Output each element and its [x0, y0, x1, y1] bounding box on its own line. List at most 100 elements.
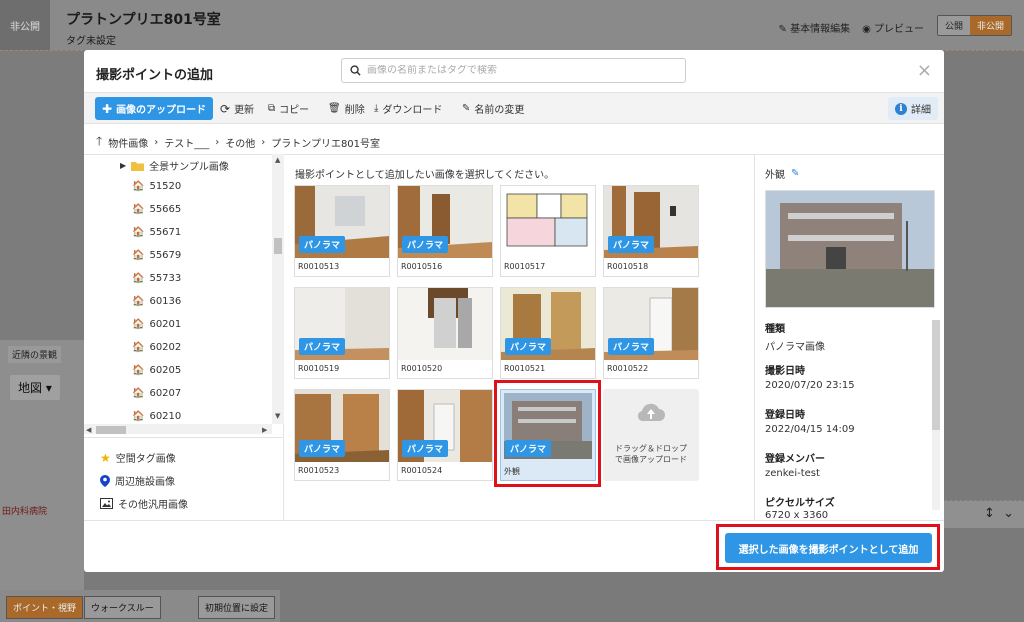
category-nearby-facility-images[interactable]: 周辺施設画像	[100, 473, 175, 488]
breadcrumb-separator-icon: ›	[261, 137, 266, 148]
image-card[interactable]: パノラマ R0010521	[500, 287, 596, 379]
preview-link[interactable]: ◉ プレビュー	[862, 20, 924, 35]
download-button[interactable]: ⤓ ダウンロード	[374, 101, 442, 116]
refresh-icon: ⟳	[220, 101, 231, 116]
delete-button[interactable]: 🗑 削除	[328, 101, 365, 116]
scroll-up-icon[interactable]: ▲	[275, 156, 280, 164]
walkthrough-button[interactable]: ウォークスルー	[84, 596, 161, 619]
image-icon	[100, 498, 113, 509]
image-card[interactable]: パノラマ R0010519	[294, 287, 390, 379]
image-name: R0010521	[504, 364, 546, 373]
scroll-thumb[interactable]	[96, 426, 126, 434]
map-pin-icon	[100, 474, 110, 487]
home-icon: 🏠	[132, 204, 145, 215]
image-thumbnail	[501, 186, 595, 258]
folder-tree: ▶ 全景サンプル画像 🏠 51520 🏠 55665 🏠 55671 🏠 55679 🏠…	[84, 154, 284, 434]
scroll-thumb[interactable]	[932, 320, 940, 430]
up-arrow-icon[interactable]: 🡑	[96, 132, 102, 153]
tree-divider	[84, 437, 284, 438]
tree-item[interactable]: 🏠 60201	[132, 319, 181, 330]
upload-image-button[interactable]: ✚ 画像のアップロード	[95, 97, 214, 120]
reset-position-button[interactable]: 初期位置に設定	[198, 596, 276, 619]
image-thumbnail	[398, 288, 492, 360]
home-icon: 🏠	[132, 250, 145, 261]
tree-item[interactable]: 🏠 60202	[132, 342, 181, 353]
panorama-badge: パノラマ	[299, 236, 346, 253]
point-view-button[interactable]: ポイント・視野	[6, 596, 84, 619]
image-card[interactable]: パノラマ R0010518	[603, 185, 699, 277]
info-icon: i	[895, 102, 907, 115]
panorama-badge: パノラマ	[505, 338, 552, 355]
scroll-down-icon[interactable]: ▼	[275, 412, 280, 420]
detail-pixel-value: 6720 x 3360	[765, 510, 829, 520]
toggle-public[interactable]: 公開	[937, 16, 970, 35]
breadcrumb-item[interactable]: 物件画像	[108, 135, 148, 150]
tree-item[interactable]: 🏠 55671	[132, 227, 181, 238]
scroll-right-icon[interactable]: ▶	[262, 426, 267, 434]
image-name: R0010520	[401, 364, 443, 373]
home-icon: 🏠	[132, 273, 145, 284]
image-card[interactable]: パノラマ R0010522	[603, 287, 699, 379]
image-card[interactable]: R0010517	[500, 185, 596, 277]
image-name: R0010524	[401, 466, 443, 475]
category-other-general-images[interactable]: その他汎用画像	[100, 496, 188, 511]
edit-name-icon[interactable]: ✎	[791, 168, 799, 179]
detail-shot-label: 撮影日時	[765, 366, 805, 377]
tree-folder[interactable]: ▶ 全景サンプル画像	[120, 158, 229, 173]
tree-item[interactable]: 🏠 55733	[132, 273, 181, 284]
image-card[interactable]: パノラマ R0010513	[294, 185, 390, 277]
modal-title: 撮影ポイントの追加	[96, 68, 214, 83]
breadcrumb-item[interactable]: テスト___	[164, 135, 209, 150]
details-scrollbar[interactable]	[932, 320, 940, 510]
details-panel: 外観 ✎ 種類 パノラマ画像 撮影日時 2020/07/20 23:15 登録日…	[754, 154, 944, 520]
image-name: R0010519	[298, 364, 340, 373]
home-icon: 🏠	[132, 227, 145, 238]
refresh-button[interactable]: ⟳ 更新	[220, 101, 254, 117]
expand-icons[interactable]: ↕ ⌄	[984, 506, 1014, 521]
image-name: R0010513	[298, 262, 340, 271]
panorama-badge: パノラマ	[608, 338, 655, 355]
folder-tree-panel: ▶ 全景サンプル画像 🏠 51520 🏠 55665 🏠 55671 🏠 55679 🏠…	[84, 154, 284, 520]
download-icon: ⤓	[374, 103, 379, 114]
image-card[interactable]: R0010520	[397, 287, 493, 379]
image-card[interactable]: パノラマ R0010516	[397, 185, 493, 277]
folder-icon	[131, 161, 145, 171]
scroll-thumb[interactable]	[274, 238, 282, 254]
tree-item[interactable]: 🏠 60205	[132, 365, 181, 376]
tree-item[interactable]: 🏠 60207	[132, 388, 181, 399]
toolbar: ✚ 画像のアップロード ⟳ 更新 ⧉ コピー 🗑 削除 ⤓ ダウンロード ✎ 名前の変更 …	[84, 92, 944, 124]
scroll-left-icon[interactable]: ◀	[86, 426, 91, 434]
home-icon: 🏠	[132, 411, 145, 422]
tree-item[interactable]: 🏠 55679	[132, 250, 181, 261]
tree-item[interactable]: 🏠 60136	[132, 296, 181, 307]
add-shooting-point-modal: 撮影ポイントの追加 × ✚ 画像のアップロード ⟳更新 ⧉コピー 🗑削除 ⤓ダウ…	[84, 50, 944, 572]
breadcrumb: 🡑 物件画像 › テスト___ › その他 › プラトンプリエ801号室	[96, 132, 380, 153]
detail-kind-label: 種類	[765, 324, 785, 335]
detail-member-label: 登録メンバー	[765, 454, 825, 465]
drag-drop-upload-area[interactable]: ドラッグ＆ドロップ で画像アップロード	[603, 389, 699, 481]
tree-item[interactable]: 🏠 55665	[132, 204, 181, 215]
rename-button[interactable]: ✎ 名前の変更	[462, 101, 524, 116]
map-type-button[interactable]: 地図 ▾	[10, 375, 60, 400]
toggle-private[interactable]: 非公開	[969, 16, 1011, 35]
panorama-badge: パノラマ	[299, 338, 346, 355]
tree-vertical-scrollbar[interactable]: ▲ ▼	[272, 154, 284, 424]
image-card[interactable]: パノラマ R0010523	[294, 389, 390, 481]
copy-button[interactable]: ⧉ コピー	[268, 101, 309, 116]
tree-horizontal-scrollbar[interactable]: ◀ ▶	[84, 424, 272, 434]
home-icon: 🏠	[132, 342, 145, 353]
detail-toggle-button[interactable]: i 詳細	[888, 97, 938, 120]
search-box	[341, 58, 686, 83]
publish-status-badge: 非公開	[0, 0, 50, 50]
panorama-badge: パノラマ	[402, 236, 449, 253]
image-card[interactable]: パノラマ R0010524	[397, 389, 493, 481]
search-input[interactable]	[367, 65, 667, 76]
close-icon[interactable]: ×	[917, 60, 932, 81]
tree-item[interactable]: 🏠 60210	[132, 411, 181, 422]
cloud-upload-icon	[637, 403, 665, 422]
edit-basic-info-link[interactable]: ✎ 基本情報編集	[779, 20, 851, 35]
category-space-tag-images[interactable]: ★ 空間タグ画像	[100, 450, 176, 466]
tree-item[interactable]: 🏠 51520	[132, 181, 181, 192]
image-name: R0010517	[504, 262, 546, 271]
breadcrumb-item[interactable]: その他	[225, 135, 255, 150]
